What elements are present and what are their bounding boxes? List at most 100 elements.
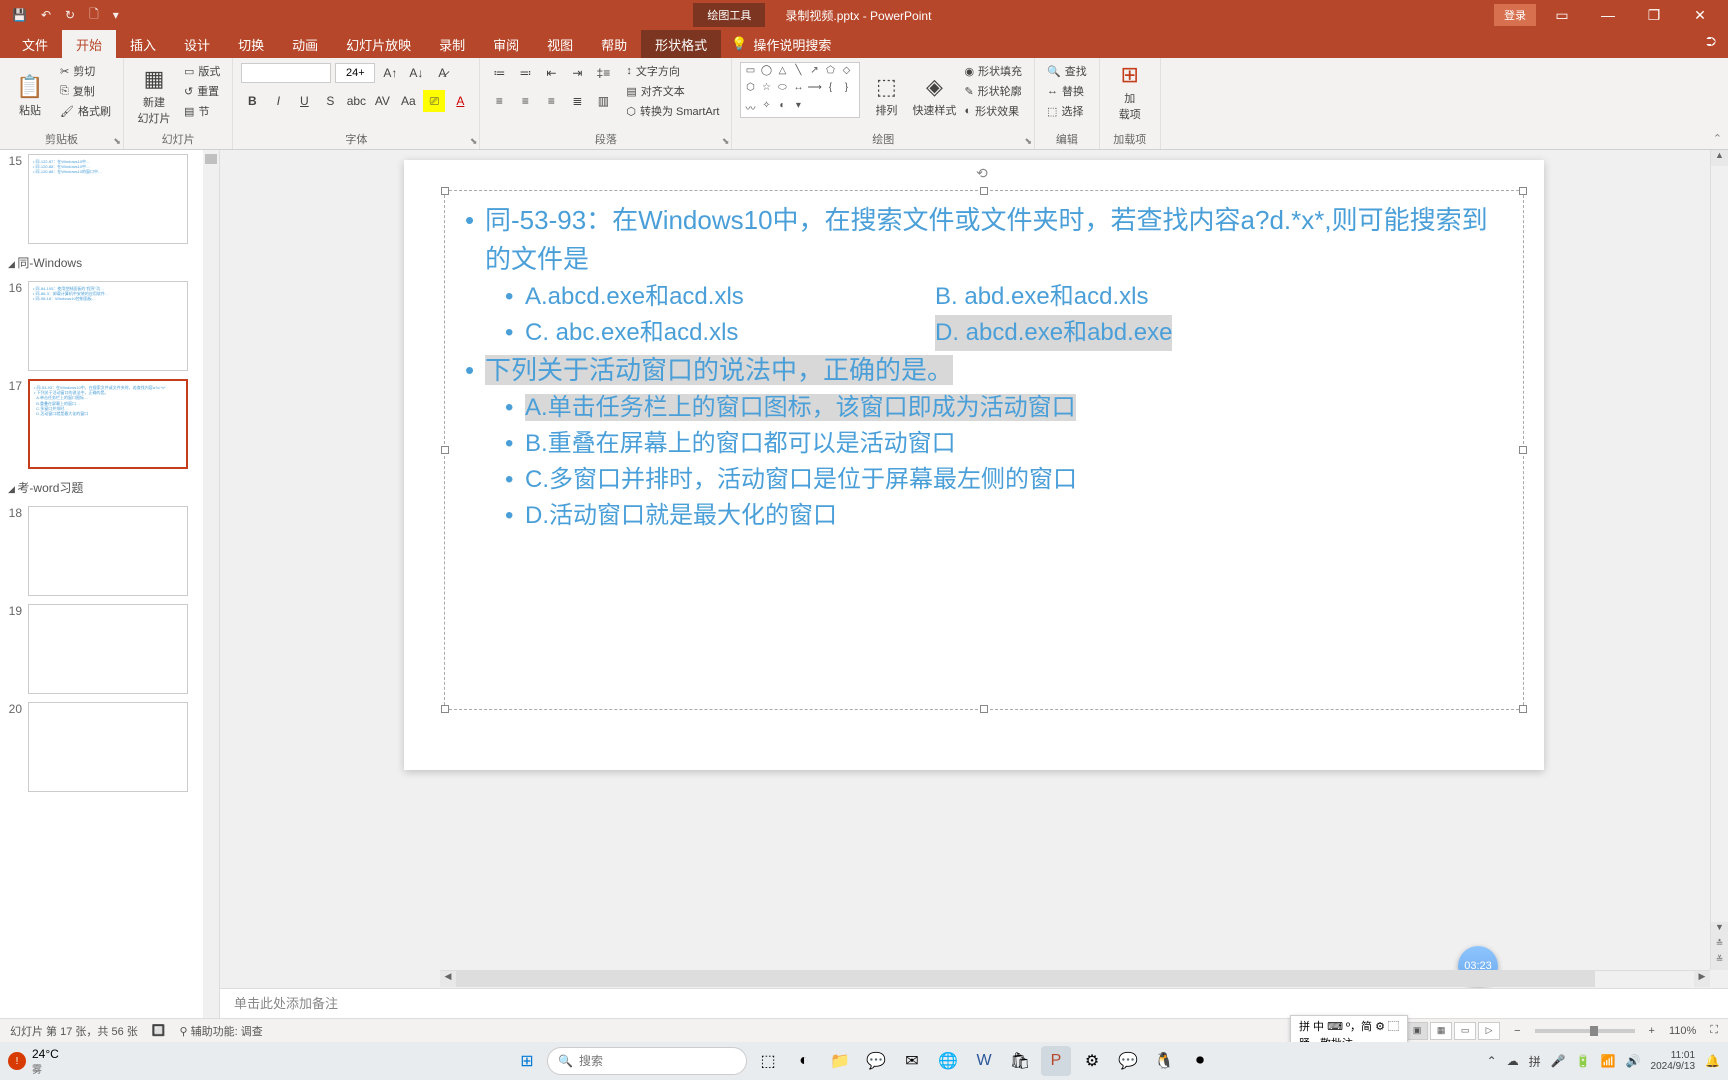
- scroll-right-icon[interactable]: ▶: [1694, 971, 1710, 987]
- shape-outline-button[interactable]: ✎ 形状轮廓: [960, 82, 1026, 100]
- shape-fill-button[interactable]: ◉ 形状填充: [960, 62, 1026, 80]
- line-spacing-icon[interactable]: ‡≡: [592, 62, 614, 84]
- slide-text-content[interactable]: 同-53-93：在Windows10中，在搜索文件或文件夹时，若查找内容a?d.…: [465, 201, 1503, 534]
- align-left-icon[interactable]: ≡: [488, 90, 510, 112]
- smartart-button[interactable]: ⬡ 转换为 SmartArt: [622, 102, 723, 120]
- slideshow-view-icon[interactable]: ▷: [1478, 1022, 1500, 1040]
- section-word[interactable]: 考-word习题: [0, 473, 219, 502]
- onedrive-icon[interactable]: ☁: [1507, 1054, 1519, 1068]
- resize-handle[interactable]: [1519, 446, 1527, 454]
- shapes-gallery[interactable]: ▭◯△╲↗⬠ ◇⬡☆⬭↔⟶ {}〰✧◐▾: [740, 62, 860, 118]
- section-button[interactable]: ▤ 节: [180, 102, 224, 120]
- resize-handle[interactable]: [1519, 187, 1527, 195]
- mic-icon[interactable]: 🎤: [1551, 1054, 1566, 1068]
- language-indicator[interactable]: 🔲: [152, 1024, 166, 1037]
- clipboard-launcher[interactable]: ⬊: [113, 136, 121, 147]
- explorer-icon[interactable]: 📁: [825, 1046, 855, 1076]
- cut-button[interactable]: ✂ 剪切: [56, 62, 115, 80]
- qat-more-icon[interactable]: ▾: [113, 8, 119, 22]
- paragraph-launcher[interactable]: ⬊: [722, 136, 730, 147]
- tab-slideshow[interactable]: 幻灯片放映: [332, 30, 425, 58]
- columns-icon[interactable]: ▥: [592, 90, 614, 112]
- resize-handle[interactable]: [441, 446, 449, 454]
- next-slide-icon[interactable]: ≚: [1711, 954, 1728, 970]
- weather-widget[interactable]: ! 24°C 雾: [8, 1047, 59, 1076]
- spacing-icon[interactable]: AV: [371, 90, 393, 112]
- numbering-icon[interactable]: ≕: [514, 62, 536, 84]
- resize-handle[interactable]: [441, 187, 449, 195]
- text-direction-button[interactable]: ↕ 文字方向: [622, 62, 723, 80]
- chat-icon[interactable]: 💬: [861, 1046, 891, 1076]
- reset-button[interactable]: ↺ 重置: [180, 82, 224, 100]
- volume-icon[interactable]: 🔊: [1626, 1054, 1641, 1068]
- maximize-icon[interactable]: ❐: [1634, 7, 1674, 24]
- scroll-up-icon[interactable]: ▲: [1711, 150, 1728, 166]
- align-text-button[interactable]: ▤ 对齐文本: [622, 82, 723, 100]
- input-method-icon[interactable]: 拼: [1529, 1053, 1541, 1070]
- thumb-scrollbar[interactable]: [203, 150, 219, 1018]
- minimize-icon[interactable]: —: [1588, 7, 1628, 23]
- font-launcher[interactable]: ⬊: [470, 136, 478, 147]
- resize-handle[interactable]: [980, 705, 988, 713]
- powerpoint-icon[interactable]: P: [1041, 1046, 1071, 1076]
- select-button[interactable]: ⬚ 选择: [1043, 102, 1091, 120]
- qq-icon[interactable]: 🐧: [1149, 1046, 1179, 1076]
- clear-format-icon[interactable]: A̷: [431, 62, 453, 84]
- copy-button[interactable]: ⎘ 复制: [56, 82, 115, 100]
- collapse-ribbon-icon[interactable]: ⌃: [1713, 132, 1722, 145]
- increase-font-icon[interactable]: A↑: [379, 62, 401, 84]
- taskbar-search[interactable]: 🔍: [547, 1047, 747, 1075]
- tab-view[interactable]: 视图: [533, 30, 587, 58]
- copilot-icon[interactable]: ◐: [789, 1046, 819, 1076]
- vertical-scrollbar[interactable]: ▲ ▼ ≛ ≚: [1710, 150, 1728, 970]
- slide-canvas[interactable]: ⟲ 同-53-93：在Windows10中，在搜索文件或文件夹时，若查找内容a?…: [404, 160, 1544, 770]
- notes-pane[interactable]: 单击此处添加备注: [220, 988, 1728, 1018]
- shadow-icon[interactable]: abc: [345, 90, 367, 112]
- notifications-icon[interactable]: 🔔: [1705, 1054, 1720, 1068]
- tray-chevron-icon[interactable]: ⌃: [1487, 1054, 1497, 1068]
- slide-thumb-15[interactable]: • 同-122-87：在Windows10中…• 同-120-88：在Windo…: [28, 154, 188, 244]
- bold-icon[interactable]: B: [241, 90, 263, 112]
- align-center-icon[interactable]: ≡: [514, 90, 536, 112]
- tab-help[interactable]: 帮助: [587, 30, 641, 58]
- tab-insert[interactable]: 插入: [116, 30, 170, 58]
- store-icon[interactable]: 🛍: [1005, 1046, 1035, 1076]
- slide-thumb-16[interactable]: • 同-84-105：使用控制面板的"程序"功…• 同-86-3：卸载计算机中安…: [28, 281, 188, 371]
- resize-handle[interactable]: [980, 187, 988, 195]
- underline-icon[interactable]: U: [293, 90, 315, 112]
- slide-thumb-17[interactable]: • 同-53-93：在Windows10中，在搜索文件或文件夹时，若查找内容a?…: [28, 379, 188, 469]
- search-input[interactable]: [579, 1054, 736, 1068]
- tab-design[interactable]: 设计: [170, 30, 224, 58]
- rotate-handle-icon[interactable]: ⟲: [976, 165, 988, 182]
- zoom-level[interactable]: 110%: [1669, 1025, 1696, 1037]
- fit-window-icon[interactable]: ⛶: [1710, 1024, 1718, 1037]
- horizontal-scrollbar[interactable]: ◀ ▶: [440, 970, 1710, 987]
- zoom-out-icon[interactable]: −: [1514, 1025, 1520, 1037]
- tab-review[interactable]: 审阅: [479, 30, 533, 58]
- shape-effects-button[interactable]: ◐ 形状效果: [960, 102, 1026, 120]
- tab-animations[interactable]: 动画: [278, 30, 332, 58]
- indent-dec-icon[interactable]: ⇤: [540, 62, 562, 84]
- section-windows[interactable]: 同-Windows: [0, 248, 219, 277]
- tab-record[interactable]: 录制: [425, 30, 479, 58]
- tab-shape-format[interactable]: 形状格式: [641, 30, 721, 58]
- indent-inc-icon[interactable]: ⇥: [566, 62, 588, 84]
- resize-handle[interactable]: [441, 705, 449, 713]
- tab-transitions[interactable]: 切换: [224, 30, 278, 58]
- resize-handle[interactable]: [1519, 705, 1527, 713]
- clock[interactable]: 11:01 2024/9/13: [1651, 1050, 1696, 1072]
- arrange-button[interactable]: ⬚排列: [864, 62, 908, 129]
- reading-view-icon[interactable]: ▭: [1454, 1022, 1476, 1040]
- edge-icon[interactable]: 🌐: [933, 1046, 963, 1076]
- login-button[interactable]: 登录: [1494, 4, 1536, 26]
- slide-thumb-20[interactable]: [28, 702, 188, 792]
- new-slide-button[interactable]: ▦新建 幻灯片: [132, 62, 176, 129]
- accessibility-checker[interactable]: ⚲ 辅助功能: 调查: [179, 1023, 262, 1039]
- share-icon[interactable]: ⮊: [1694, 30, 1728, 58]
- font-family-select[interactable]: [241, 63, 331, 83]
- align-right-icon[interactable]: ≡: [540, 90, 562, 112]
- ime-row1[interactable]: 拼 中 ⌨ º，简 ⚙ ⬚: [1299, 1018, 1399, 1034]
- font-size-select[interactable]: [335, 63, 375, 83]
- tab-home[interactable]: 开始: [62, 30, 116, 58]
- ribbon-options-icon[interactable]: ▭: [1542, 7, 1582, 24]
